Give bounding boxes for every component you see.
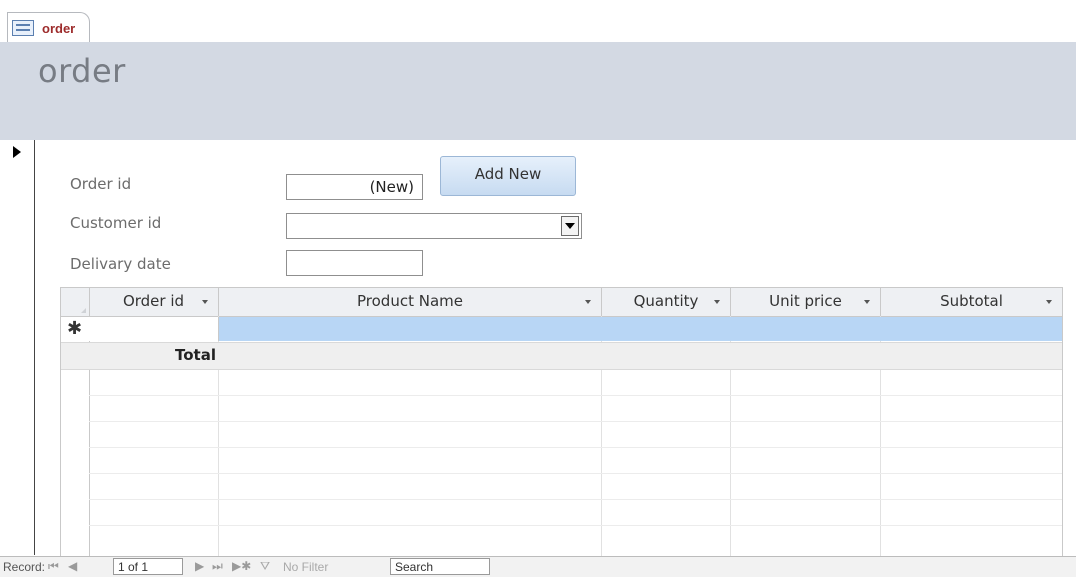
column-header-subtotal[interactable]: Subtotal xyxy=(881,288,1062,316)
current-record-arrow-icon xyxy=(13,146,21,158)
previous-record-icon[interactable]: ◀ xyxy=(68,559,77,573)
last-record-icon[interactable]: ⏭ xyxy=(212,559,223,574)
select-all-corner[interactable] xyxy=(61,288,90,316)
column-header-label: Subtotal xyxy=(940,292,1003,310)
current-record-box[interactable]: 1 of 1 xyxy=(113,558,183,575)
order-id-label: Order id xyxy=(70,175,132,193)
total-row: Total xyxy=(61,342,1062,370)
sort-arrow-icon[interactable] xyxy=(202,300,208,304)
first-record-icon[interactable]: ⏮ xyxy=(48,559,59,574)
tab-order[interactable]: order xyxy=(7,12,91,43)
order-id-field[interactable]: (New) xyxy=(286,174,423,200)
row-gridline xyxy=(89,421,1062,422)
new-record-icon: ✱ xyxy=(67,318,83,339)
document-tab-strip: order xyxy=(0,0,1076,43)
sort-arrow-icon[interactable] xyxy=(585,300,591,304)
form-header: order xyxy=(0,42,1076,140)
column-header-unit-price[interactable]: Unit price xyxy=(731,288,881,316)
new-row-order-id-cell[interactable] xyxy=(89,317,219,341)
customer-id-label: Customer id xyxy=(70,214,162,232)
column-header-quantity[interactable]: Quantity xyxy=(602,288,731,316)
tab-label: order xyxy=(42,20,76,36)
new-row-selected-cells[interactable] xyxy=(219,317,1062,341)
row-gridline xyxy=(89,499,1062,500)
subform-header-row: Order id Product Name Quantity Unit pric… xyxy=(61,288,1062,317)
column-header-label: Product Name xyxy=(357,292,463,310)
sort-arrow-icon[interactable] xyxy=(714,300,720,304)
column-header-order-id[interactable]: Order id xyxy=(89,288,219,316)
order-details-subform: Order id Product Name Quantity Unit pric… xyxy=(60,287,1063,556)
sort-arrow-icon[interactable] xyxy=(864,300,870,304)
delivery-date-field[interactable] xyxy=(286,250,423,276)
no-filter-label[interactable]: No Filter xyxy=(283,560,328,574)
row-gridline xyxy=(89,395,1062,396)
add-new-button[interactable]: Add New xyxy=(440,156,576,196)
record-label: Record: xyxy=(3,560,46,574)
dropdown-arrow-icon[interactable] xyxy=(561,216,579,236)
row-gridline xyxy=(89,525,1062,526)
column-header-product-name[interactable]: Product Name xyxy=(219,288,602,316)
row-gridline xyxy=(89,447,1062,448)
form-icon xyxy=(12,20,34,36)
delivery-date-label: Delivary date xyxy=(70,255,171,273)
new-record-nav-icon[interactable]: ▶✱ xyxy=(232,559,251,573)
customer-id-combobox[interactable] xyxy=(286,213,582,239)
column-header-label: Unit price xyxy=(769,292,842,310)
column-header-label: Order id xyxy=(122,292,185,310)
new-record-row[interactable] xyxy=(89,317,1062,341)
column-header-label: Quantity xyxy=(633,292,699,310)
filter-icon[interactable]: ⛛ xyxy=(260,559,270,574)
row-gridline xyxy=(89,473,1062,474)
sort-arrow-icon[interactable] xyxy=(1046,300,1052,304)
total-label: Total xyxy=(175,346,216,364)
search-input[interactable]: Search xyxy=(390,558,490,575)
next-record-icon[interactable]: ▶ xyxy=(195,559,204,573)
record-navigation-bar: Record: ⏮ ◀ 1 of 1 ▶ ⏭ ▶✱ ⛛ No Filter Se… xyxy=(0,556,1076,577)
form-title: order xyxy=(38,52,126,90)
record-selector[interactable] xyxy=(8,140,35,555)
